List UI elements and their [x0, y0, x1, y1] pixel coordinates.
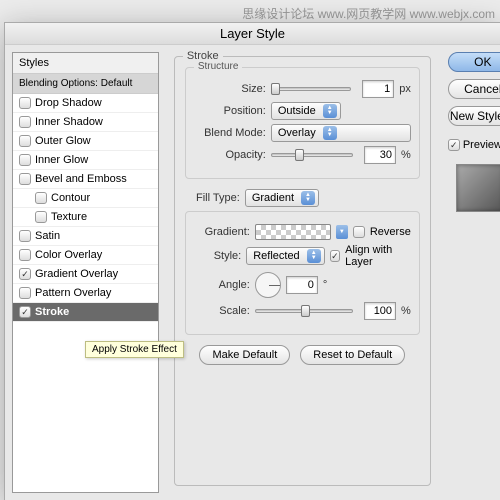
angle-label: Angle: [194, 279, 250, 291]
blend-mode-dropdown[interactable]: Overlay▲▼ [271, 124, 411, 142]
style-item-label: Bevel and Emboss [35, 173, 127, 185]
stroke-settings-panel: Stroke Structure Size: 1 px Position: Ou… [166, 52, 439, 493]
gradient-group: Gradient: ▼ Reverse Style: Reflected▲▼ A… [185, 211, 420, 335]
style-item-label: Gradient Overlay [35, 268, 118, 280]
align-label: Align with Layer [345, 244, 411, 268]
ok-button[interactable]: OK [448, 52, 500, 72]
style-item-label: Outer Glow [35, 135, 91, 147]
opacity-label: Opacity: [194, 149, 266, 161]
dialog-content: Styles Blending Options: Default Drop Sh… [5, 45, 500, 500]
preview-checkbox[interactable] [448, 139, 460, 151]
style-item-bevel-and-emboss[interactable]: Bevel and Emboss [13, 170, 158, 189]
reset-to-default-button[interactable]: Reset to Default [300, 345, 405, 365]
gradient-style-dropdown[interactable]: Reflected▲▼ [246, 247, 324, 265]
opacity-slider[interactable] [271, 147, 353, 163]
structure-legend: Structure [194, 61, 243, 72]
filltype-dropdown[interactable]: Gradient▲▼ [245, 189, 319, 207]
layer-style-dialog: Layer Style Styles Blending Options: Def… [4, 22, 500, 500]
opacity-input[interactable]: 30 [364, 146, 396, 164]
blending-options-item[interactable]: Blending Options: Default [13, 74, 158, 94]
make-default-button[interactable]: Make Default [199, 345, 290, 365]
scale-unit: % [401, 305, 411, 317]
style-item-stroke[interactable]: Stroke [13, 303, 158, 322]
style-item-label: Stroke [35, 306, 69, 318]
align-with-layer-checkbox[interactable] [330, 250, 340, 262]
angle-dial[interactable] [255, 272, 281, 298]
chevron-updown-icon: ▲▼ [301, 191, 315, 205]
preview-swatch [456, 164, 500, 212]
gradient-picker-arrow-icon[interactable]: ▼ [336, 225, 348, 239]
gradient-label: Gradient: [194, 226, 250, 238]
style-checkbox[interactable] [19, 230, 31, 242]
style-item-inner-shadow[interactable]: Inner Shadow [13, 113, 158, 132]
style-item-label: Drop Shadow [35, 97, 102, 109]
style-checkbox[interactable] [19, 116, 31, 128]
position-dropdown[interactable]: Outside▲▼ [271, 102, 341, 120]
chevron-updown-icon: ▲▼ [323, 104, 337, 118]
style-checkbox[interactable] [19, 135, 31, 147]
style-item-drop-shadow[interactable]: Drop Shadow [13, 94, 158, 113]
chevron-updown-icon: ▲▼ [307, 249, 321, 263]
style-item-label: Inner Glow [35, 154, 88, 166]
styles-list: Styles Blending Options: Default Drop Sh… [12, 52, 159, 493]
style-item-outer-glow[interactable]: Outer Glow [13, 132, 158, 151]
style-item-gradient-overlay[interactable]: Gradient Overlay [13, 265, 158, 284]
structure-group: Structure Size: 1 px Position: Outside▲▼… [185, 67, 420, 179]
style-item-texture[interactable]: Texture [13, 208, 158, 227]
gradient-style-label: Style: [194, 250, 241, 262]
watermark-text: 思缘设计论坛 www.网页教学网 www.webjx.com [242, 5, 495, 22]
style-checkbox[interactable] [35, 192, 47, 204]
style-item-label: Contour [51, 192, 90, 204]
filltype-label: Fill Type: [185, 192, 240, 204]
stroke-group: Stroke Structure Size: 1 px Position: Ou… [174, 56, 431, 486]
size-input[interactable]: 1 [362, 80, 394, 98]
style-checkbox[interactable] [35, 211, 47, 223]
styles-header[interactable]: Styles [13, 53, 158, 74]
scale-label: Scale: [194, 305, 250, 317]
style-item-label: Satin [35, 230, 60, 242]
dialog-title: Layer Style [5, 23, 500, 45]
style-item-contour[interactable]: Contour [13, 189, 158, 208]
cancel-button[interactable]: Cancel [448, 79, 500, 99]
size-slider[interactable] [271, 81, 351, 97]
reverse-checkbox[interactable] [353, 226, 365, 238]
style-item-label: Color Overlay [35, 249, 102, 261]
angle-input[interactable]: 0 [286, 276, 318, 294]
style-item-inner-glow[interactable]: Inner Glow [13, 151, 158, 170]
chevron-updown-icon: ▲▼ [323, 126, 337, 140]
size-label: Size: [194, 83, 266, 95]
style-checkbox[interactable] [19, 249, 31, 261]
reverse-label: Reverse [370, 226, 411, 238]
style-item-label: Inner Shadow [35, 116, 103, 128]
opacity-unit: % [401, 149, 411, 161]
blend-mode-label: Blend Mode: [194, 127, 266, 139]
size-unit: px [399, 83, 411, 95]
dialog-buttons: OK Cancel New Style… Preview [446, 45, 500, 500]
new-style-button[interactable]: New Style… [448, 106, 500, 126]
style-checkbox[interactable] [19, 154, 31, 166]
style-item-color-overlay[interactable]: Color Overlay [13, 246, 158, 265]
position-label: Position: [194, 105, 266, 117]
style-item-label: Pattern Overlay [35, 287, 111, 299]
style-checkbox[interactable] [19, 306, 31, 318]
angle-unit: ° [323, 279, 327, 291]
style-checkbox[interactable] [19, 97, 31, 109]
style-checkbox[interactable] [19, 173, 31, 185]
style-checkbox[interactable] [19, 268, 31, 280]
scale-input[interactable]: 100 [364, 302, 396, 320]
style-item-label: Texture [51, 211, 87, 223]
scale-slider[interactable] [255, 303, 353, 319]
preview-label: Preview [463, 139, 500, 151]
gradient-swatch[interactable] [255, 224, 331, 240]
style-item-pattern-overlay[interactable]: Pattern Overlay [13, 284, 158, 303]
style-item-satin[interactable]: Satin [13, 227, 158, 246]
style-checkbox[interactable] [19, 287, 31, 299]
